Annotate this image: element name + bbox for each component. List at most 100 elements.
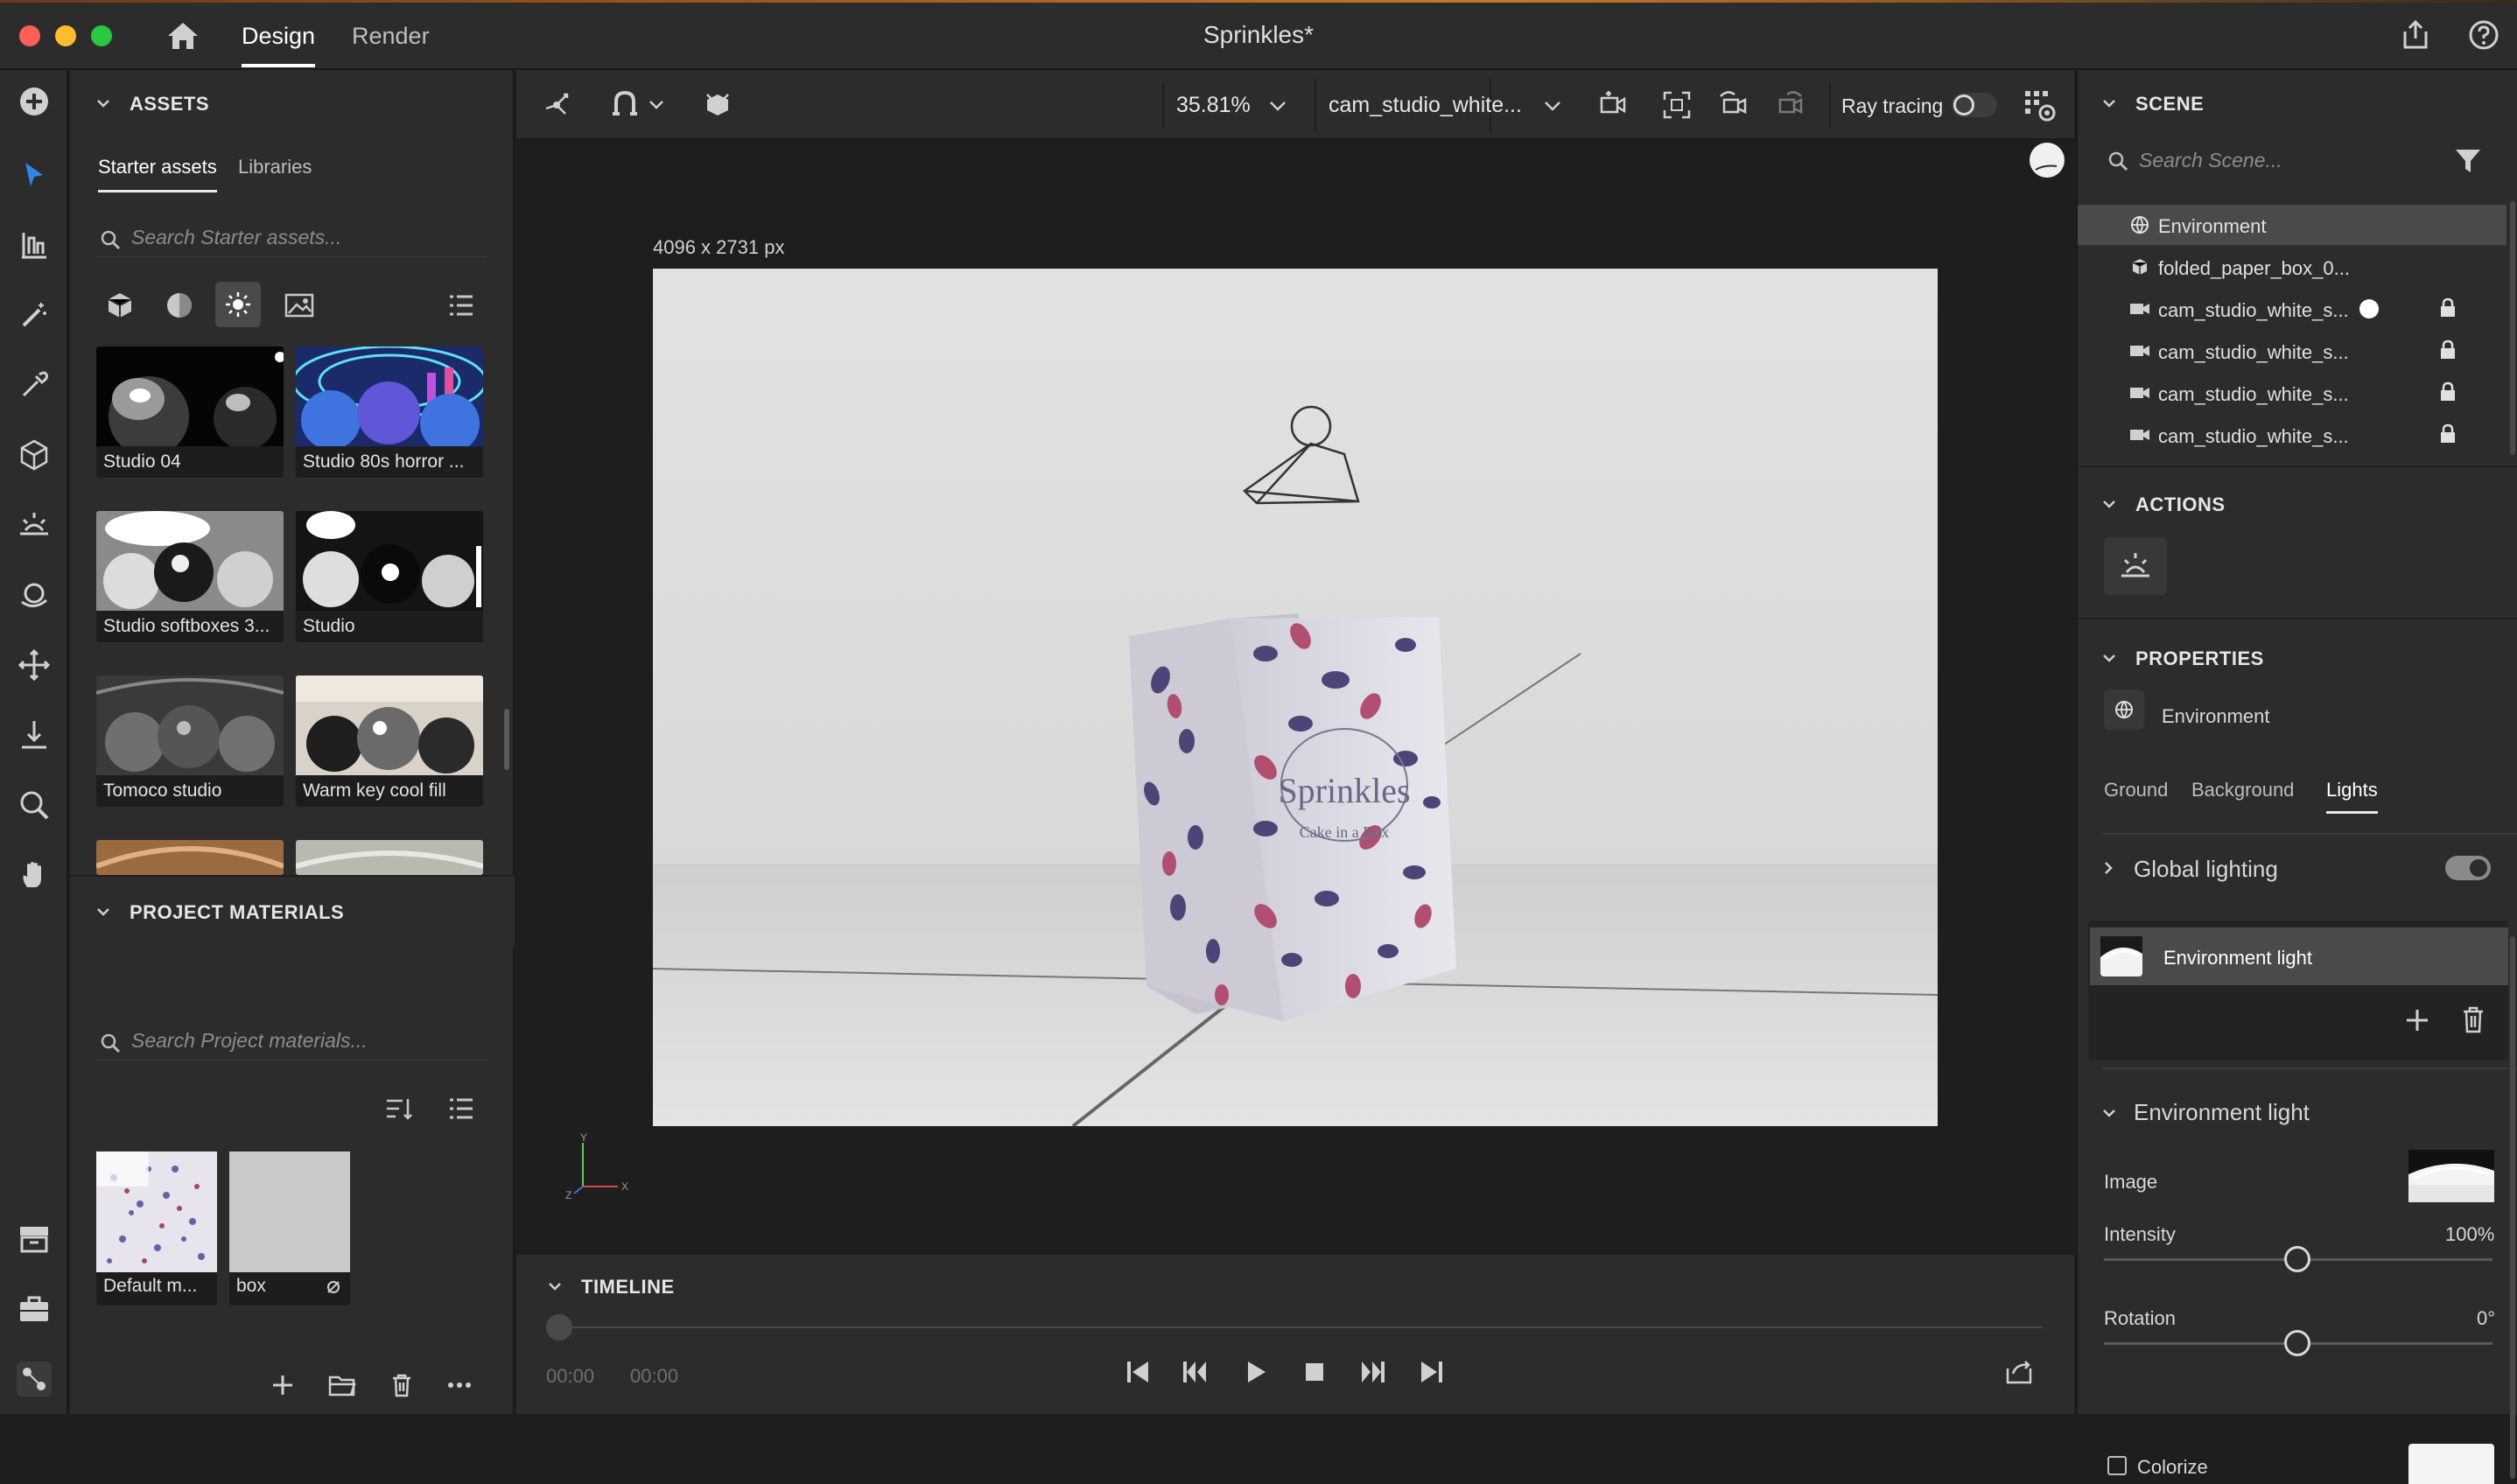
redo-camera-icon[interactable]	[1771, 88, 1806, 122]
archive-panel-icon[interactable]	[17, 1222, 52, 1256]
undo-camera-icon[interactable]	[1715, 88, 1750, 122]
lock-icon[interactable]	[2438, 382, 2457, 402]
scene-item-camera[interactable]: cam_studio_white_s...	[2078, 415, 2506, 455]
add-content-icon[interactable]	[17, 84, 52, 119]
add-light-icon[interactable]	[2403, 1006, 2431, 1034]
rotation-slider-knob[interactable]	[2284, 1330, 2310, 1356]
chevron-down-icon[interactable]	[2100, 1104, 2118, 1122]
chevron-right-icon[interactable]	[2100, 859, 2116, 877]
render-canvas[interactable]: Sprinkles Cake in a Box	[653, 269, 1938, 1126]
starter-assets-search[interactable]	[96, 219, 487, 257]
project-materials-search[interactable]	[96, 1022, 487, 1060]
share-icon[interactable]	[2400, 19, 2431, 51]
list-view-icon[interactable]	[446, 1094, 476, 1124]
toolkit-icon[interactable]	[17, 1292, 52, 1326]
chevron-down-icon[interactable]	[1542, 98, 1563, 114]
camera-select[interactable]: cam_studio_white...	[1316, 79, 1522, 131]
filter-icon[interactable]	[2452, 145, 2484, 177]
intensity-slider-knob[interactable]	[2284, 1246, 2310, 1272]
next-frame-icon[interactable]	[1357, 1356, 1388, 1388]
colorize-swatch[interactable]	[2408, 1444, 2494, 1484]
hand-tool-icon[interactable]	[17, 858, 52, 892]
scene-scrollbar[interactable]	[2510, 201, 2515, 455]
material-box[interactable]: box	[229, 1152, 350, 1306]
chevron-down-icon[interactable]	[546, 1278, 564, 1295]
cube-tool-icon[interactable]	[17, 438, 52, 472]
scene-item-box[interactable]: folded_paper_box_0...	[2078, 247, 2506, 287]
fit-view-icon[interactable]	[1659, 88, 1694, 122]
magic-wand-icon[interactable]	[17, 298, 52, 332]
colorize-checkbox[interactable]	[2107, 1456, 2127, 1475]
lock-icon[interactable]	[2438, 298, 2457, 318]
tab-background[interactable]: Background	[2191, 779, 2294, 802]
material-default[interactable]: Default m...	[96, 1152, 217, 1306]
eyedropper-icon[interactable]	[17, 368, 52, 402]
list-view-icon[interactable]	[446, 290, 476, 320]
orbit-tool-icon[interactable]	[17, 578, 52, 612]
zoom-tool-icon[interactable]	[17, 788, 52, 822]
delete-light-icon[interactable]	[2459, 1004, 2487, 1034]
folder-icon[interactable]	[327, 1372, 357, 1398]
skip-to-end-icon[interactable]	[1416, 1356, 1448, 1388]
drop-to-ground-icon[interactable]	[17, 718, 52, 752]
tab-libraries[interactable]: Libraries	[238, 156, 312, 178]
asset-partial[interactable]	[96, 840, 284, 875]
models-filter-icon[interactable]	[105, 290, 135, 320]
chevron-down-icon[interactable]	[2100, 495, 2118, 513]
lights-filter-button[interactable]	[215, 282, 261, 327]
asset-studio[interactable]: Studio	[296, 511, 483, 642]
chevron-down-icon[interactable]	[2100, 649, 2118, 667]
asset-studio-80s-horror[interactable]: Studio 80s horror ...	[296, 346, 483, 478]
select-tool-icon[interactable]	[17, 158, 52, 192]
drop-object-icon[interactable]	[700, 88, 735, 122]
transform-gizmo-icon[interactable]	[539, 88, 574, 122]
environment-rotate-gizmo-icon[interactable]	[2027, 140, 2067, 180]
scene-item-camera[interactable]: cam_studio_white_s...	[2078, 331, 2506, 371]
scene-item-environment[interactable]: Environment	[2078, 205, 2506, 245]
global-lighting-toggle[interactable]	[2445, 856, 2491, 880]
images-filter-icon[interactable]	[284, 290, 315, 320]
magnet-snap-icon[interactable]	[609, 88, 641, 122]
scene-graph-icon[interactable]	[17, 1362, 52, 1396]
environment-image-picker[interactable]	[2408, 1150, 2494, 1202]
properties-scrollbar[interactable]	[2510, 936, 2515, 1479]
tab-ground[interactable]: Ground	[2104, 779, 2168, 802]
lock-icon[interactable]	[2438, 340, 2457, 360]
materials-filter-icon[interactable]	[165, 290, 194, 320]
camera-bookmark-icon[interactable]	[1598, 88, 1633, 122]
chevron-down-icon[interactable]	[95, 94, 112, 112]
assets-scrollbar[interactable]	[504, 709, 509, 770]
scene-search-input[interactable]	[2139, 149, 2438, 172]
timeline-playhead[interactable]	[546, 1314, 572, 1340]
chevron-down-icon[interactable]	[2100, 94, 2118, 112]
stop-icon[interactable]	[1299, 1356, 1330, 1388]
delete-material-icon[interactable]	[389, 1372, 415, 1398]
skip-to-start-icon[interactable]	[1122, 1356, 1153, 1388]
chevron-down-icon[interactable]	[1267, 98, 1288, 114]
timeline-track[interactable]	[560, 1326, 2043, 1328]
scene-item-camera[interactable]: cam_studio_white_s...	[2078, 289, 2506, 329]
add-material-icon[interactable]	[270, 1372, 296, 1398]
ray-tracing-toggle[interactable]	[1952, 93, 1997, 117]
asset-studio-softboxes[interactable]: Studio softboxes 3...	[96, 511, 284, 642]
asset-studio-04[interactable]: Studio 04	[96, 346, 284, 478]
lock-icon[interactable]	[2438, 424, 2457, 444]
scene-search[interactable]	[2104, 142, 2438, 180]
play-icon[interactable]	[1239, 1356, 1271, 1388]
help-icon[interactable]	[2468, 19, 2499, 51]
auto-light-action-button[interactable]	[2104, 537, 2167, 595]
tab-lights[interactable]: Lights	[2326, 779, 2378, 814]
asset-partial[interactable]	[296, 840, 483, 875]
loop-export-icon[interactable]	[2004, 1358, 2036, 1386]
zoom-level[interactable]: 35.81%	[1176, 93, 1251, 118]
sort-icon[interactable]	[383, 1094, 413, 1124]
render-settings-icon[interactable]	[2020, 86, 2058, 124]
asset-tomoco-studio[interactable]: Tomoco studio	[96, 676, 284, 807]
scene-item-camera[interactable]: cam_studio_white_s...	[2078, 373, 2506, 413]
environment-light-icon[interactable]	[17, 508, 52, 542]
tab-starter-assets[interactable]: Starter assets	[98, 156, 217, 192]
starter-assets-search-input[interactable]	[131, 226, 483, 249]
more-options-icon[interactable]	[446, 1379, 473, 1391]
chevron-down-icon[interactable]	[648, 98, 665, 112]
align-tool-icon[interactable]	[17, 228, 52, 262]
